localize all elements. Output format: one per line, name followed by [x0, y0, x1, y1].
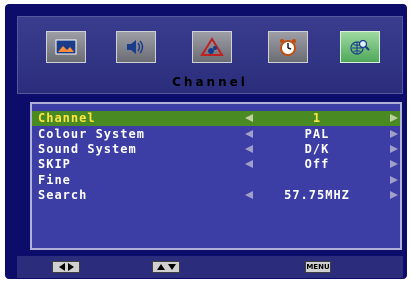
row-label: Colour System [38, 127, 145, 141]
channel-search-icon [350, 39, 370, 55]
arrow-right-icon[interactable] [390, 114, 398, 122]
arrow-right-icon[interactable] [390, 145, 398, 153]
row-label: SKIP [38, 157, 71, 171]
menu-tab-bar: Channel [17, 16, 403, 94]
picture-icon [55, 39, 77, 55]
row-value: D/K [304, 142, 330, 156]
row-value: 1 [312, 111, 322, 125]
tab-sound[interactable] [116, 31, 156, 63]
key-hint-bar: MENU [17, 256, 403, 278]
menu-row-search[interactable]: Search 57.75MHZ [32, 188, 400, 203]
row-value: Off [304, 157, 330, 171]
menu-row-sound-system[interactable]: Sound System D/K [32, 142, 400, 157]
timer-icon [280, 39, 296, 56]
setup-icon [200, 37, 224, 56]
arrow-right-icon[interactable] [390, 191, 398, 199]
page-title: Channel [172, 75, 248, 89]
left-right-keys-icon [52, 261, 80, 273]
tab-channel[interactable] [340, 31, 380, 63]
sound-icon [127, 40, 144, 54]
arrow-right-icon[interactable] [390, 160, 398, 168]
osd-frame: Channel Channel 1 Colour System PAL Soun… [5, 4, 407, 279]
menu-row-fine[interactable]: Fine [32, 173, 400, 188]
tab-timer[interactable] [268, 31, 308, 63]
row-label: Sound System [38, 142, 137, 156]
up-down-keys-icon [152, 261, 180, 273]
tab-picture[interactable] [46, 31, 86, 63]
row-label: Fine [38, 173, 71, 187]
menu-row-channel[interactable]: Channel 1 [32, 111, 400, 126]
row-value: 57.75MHZ [284, 188, 350, 202]
menu-row-colour-system[interactable]: Colour System PAL [32, 127, 400, 142]
arrow-right-icon[interactable] [390, 130, 398, 138]
menu-row-skip[interactable]: SKIP Off [32, 157, 400, 172]
channel-settings-panel: Channel 1 Colour System PAL Sound System… [30, 102, 402, 250]
row-value: PAL [304, 127, 330, 141]
row-label: Search [38, 188, 88, 202]
menu-key: MENU [305, 261, 331, 273]
tab-setup[interactable] [192, 31, 232, 63]
arrow-right-icon[interactable] [390, 176, 398, 184]
row-label: Channel [38, 111, 96, 125]
